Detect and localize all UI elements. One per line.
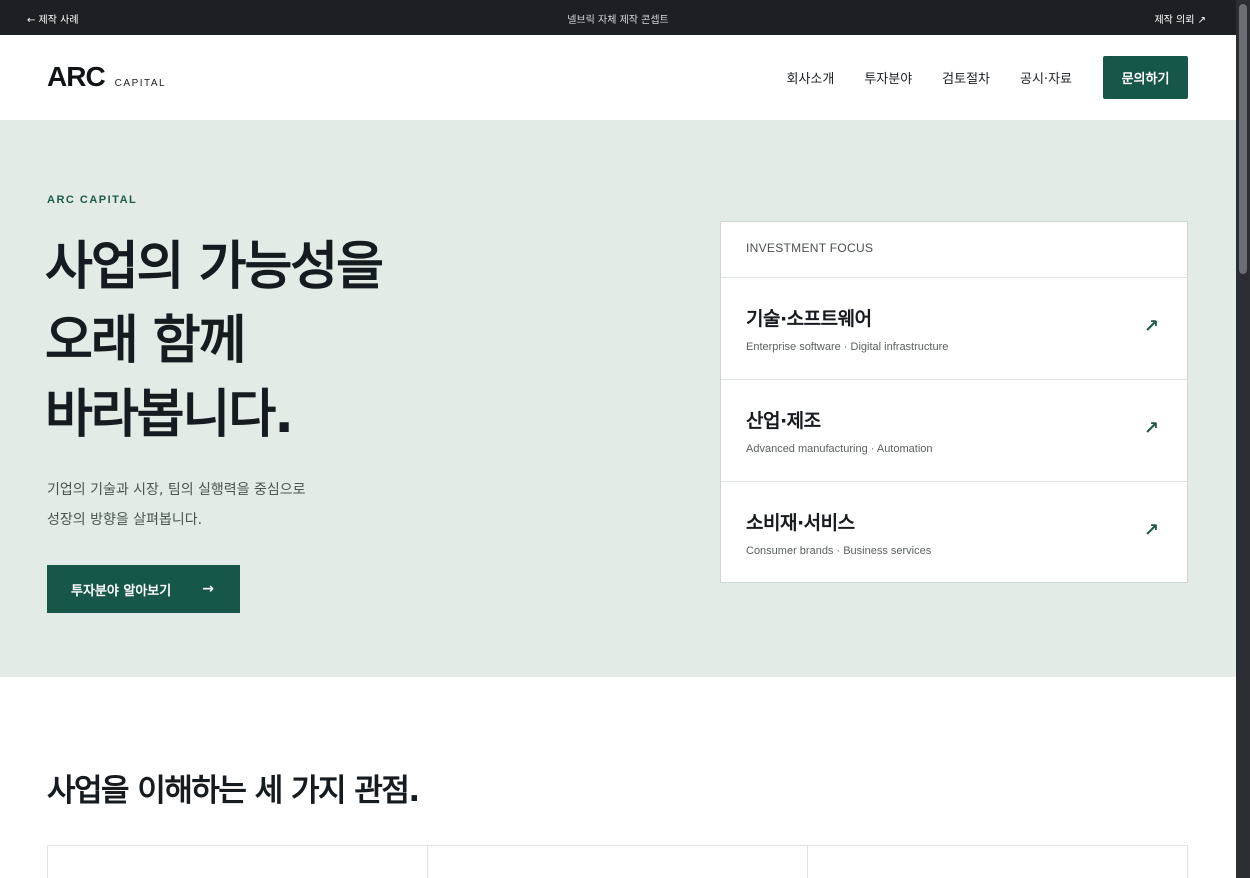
perspective-card: [808, 846, 1188, 878]
focus-item-subtitle: Consumer brands · Business services: [746, 545, 932, 557]
perspectives-section-title: 사업을 이해하는 세 가지 관점.: [47, 773, 420, 809]
arrow-right-icon: →: [202, 581, 214, 597]
perspective-card: [428, 846, 808, 878]
explore-button-label: 투자분야 알아보기: [71, 583, 172, 599]
scrollbar-thumb[interactable]: [1239, 4, 1247, 274]
focus-card-heading: INVESTMENT FOCUS: [721, 222, 1187, 278]
logo-subtitle: CAPITAL: [114, 78, 167, 89]
desc-line-1: 기업의 기술과 시장, 팀의 실행력을 중심으로: [47, 482, 306, 498]
headline-line-2: 오래 함께: [45, 311, 246, 371]
top-announcement-bar: 넬브릭 자체 제작 콘셉트 ← 제작 사례 제작 의뢰 ↗: [0, 0, 1236, 35]
nav-item-review-process[interactable]: 검토절차: [942, 68, 990, 87]
focus-item-subtitle: Advanced manufacturing · Automation: [746, 443, 933, 455]
back-to-cases-link[interactable]: ← 제작 사례: [27, 11, 79, 26]
perspectives-card-row: [47, 845, 1188, 878]
hero-headline: 사업의 가능성을 오래 함께 바라봅니다.: [45, 230, 505, 452]
focus-item-title: 산업·제조: [746, 410, 821, 432]
nav-item-disclosures[interactable]: 공시·자료: [1020, 68, 1072, 87]
nav-menu: 회사소개 투자분야 검토절차 공시·자료: [786, 68, 1072, 87]
desc-line-2: 성장의 방향을 살펴봅니다.: [47, 512, 203, 528]
arrow-up-right-icon: ↗: [1143, 418, 1159, 439]
contact-button[interactable]: 문의하기: [1103, 56, 1188, 99]
arrow-up-right-icon: ↗: [1143, 316, 1159, 337]
focus-item-tech[interactable]: 기술·소프트웨어 Enterprise software · Digital i…: [721, 278, 1187, 380]
explore-investment-button[interactable]: 투자분야 알아보기 →: [47, 565, 240, 613]
brand-logo[interactable]: ARC CAPITAL: [47, 61, 166, 93]
headline-line-1: 사업의 가능성을: [45, 237, 384, 297]
nav-item-about[interactable]: 회사소개: [786, 68, 834, 87]
request-build-link[interactable]: 제작 의뢰 ↗: [1154, 11, 1206, 26]
hero-section: ARC CAPITAL 사업의 가능성을 오래 함께 바라봅니다. 기업의 기술…: [0, 120, 1236, 677]
hero-eyebrow: ARC CAPITAL: [47, 194, 138, 206]
focus-item-title: 기술·소프트웨어: [746, 308, 872, 330]
focus-item-subtitle: Enterprise software · Digital infrastruc…: [746, 341, 949, 353]
main-navigation: ARC CAPITAL 회사소개 투자분야 검토절차 공시·자료 문의하기: [0, 35, 1236, 120]
nav-item-investment-areas[interactable]: 투자분야: [864, 68, 912, 87]
focus-item-manufacturing[interactable]: 산업·제조 Advanced manufacturing · Automatio…: [721, 380, 1187, 482]
investment-focus-card: INVESTMENT FOCUS 기술·소프트웨어 Enterprise sof…: [720, 221, 1188, 583]
perspective-card: [48, 846, 428, 878]
logo-wordmark: ARC: [47, 61, 106, 92]
arrow-up-right-icon: ↗: [1143, 520, 1159, 541]
focus-item-title: 소비재·서비스: [746, 512, 855, 534]
hero-description: 기업의 기술과 시장, 팀의 실행력을 중심으로 성장의 방향을 살펴봅니다.: [47, 475, 306, 535]
headline-line-3: 바라봅니다.: [45, 385, 294, 445]
topbar-concept-label: 넬브릭 자체 제작 콘셉트: [567, 15, 669, 26]
page-scrollbar[interactable]: [1236, 0, 1250, 878]
focus-item-consumer[interactable]: 소비재·서비스 Consumer brands · Business servi…: [721, 482, 1187, 584]
